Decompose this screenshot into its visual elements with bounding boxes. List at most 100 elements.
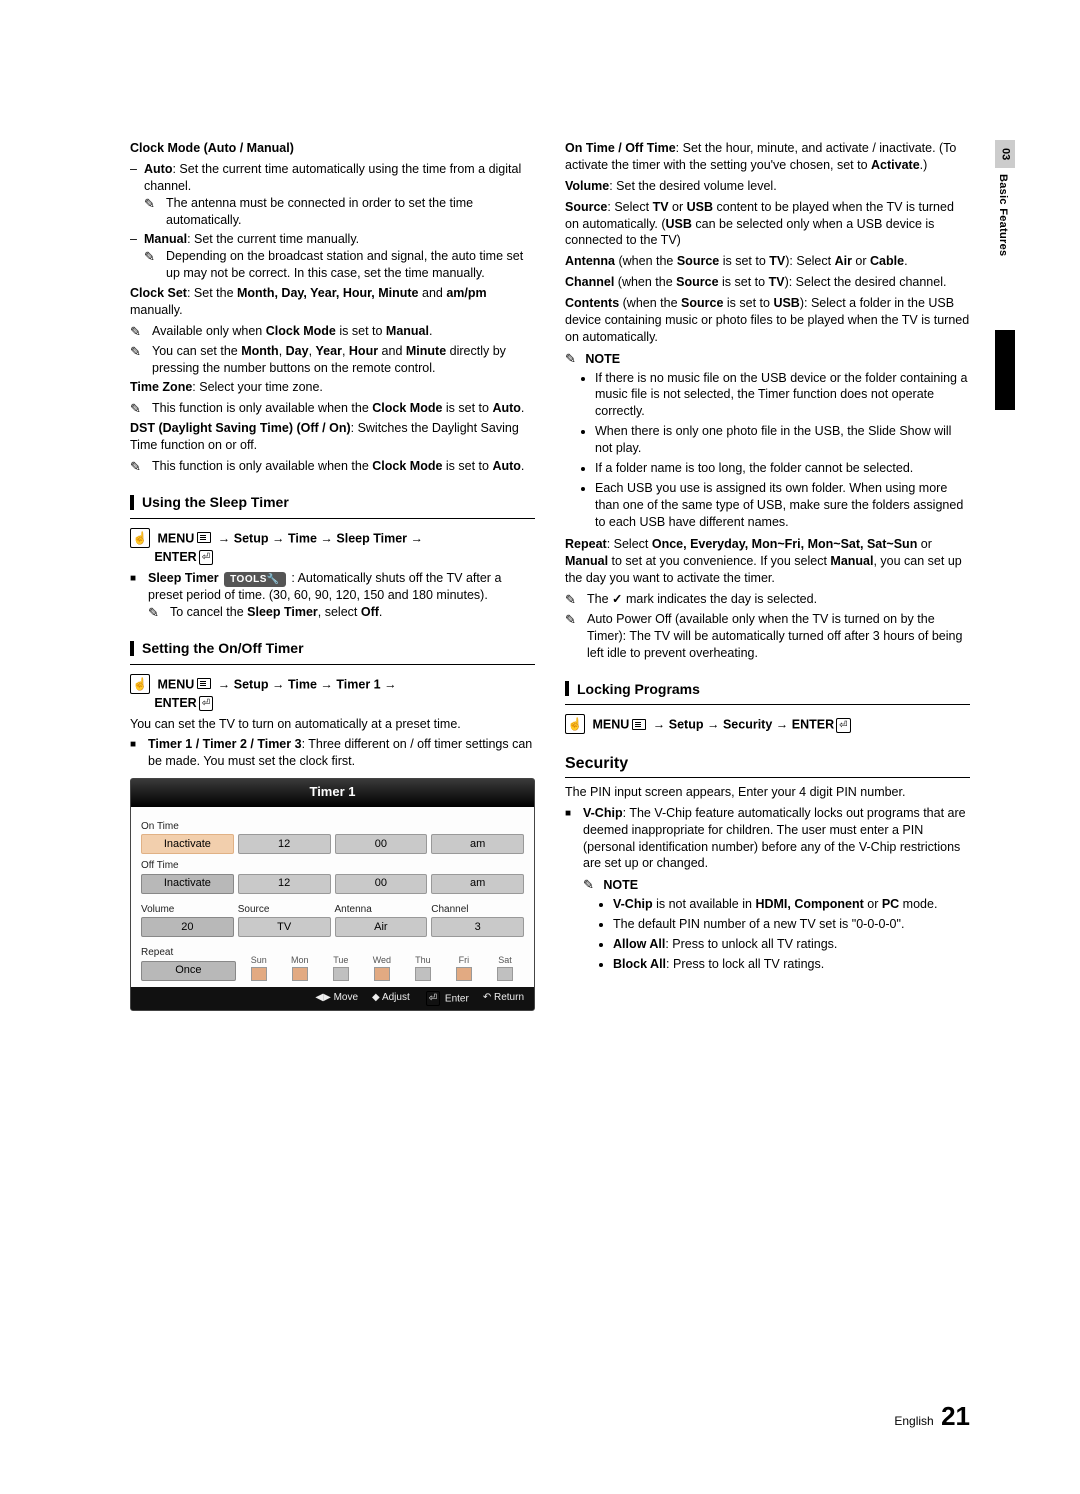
heading-rule (565, 777, 970, 778)
section-divider (130, 664, 535, 665)
note-icon (565, 591, 582, 609)
section-sleep-timer: Using the Sleep Timer (130, 493, 535, 512)
antenna-line: Antenna (when the Source is set to TV): … (565, 253, 970, 270)
dst-note: This function is only available when the… (130, 458, 535, 475)
list-item: Block All: Press to lock all TV ratings. (613, 956, 970, 973)
off-time-label: Off Time (141, 859, 524, 873)
off-time-minute[interactable]: 00 (335, 874, 428, 894)
manual-note: Depending on the broadcast station and s… (144, 248, 535, 282)
dst-line: DST (Daylight Saving Time) (Off / On): S… (130, 420, 535, 454)
section-bar-icon (130, 641, 134, 656)
on-off-time-line: On Time / Off Time: Set the hour, minute… (565, 140, 970, 174)
source-value[interactable]: TV (238, 917, 331, 937)
manual-label: Manual (144, 232, 187, 246)
clock-mode-heading: Clock Mode (Auto / Manual) (130, 140, 535, 157)
menu-icon (194, 531, 214, 545)
timezone-line: Time Zone: Select your time zone. (130, 379, 535, 396)
sleep-path: MENU → Setup → Time → Sleep Timer → ENTE… (130, 529, 535, 566)
antenna-label: Antenna (335, 903, 428, 917)
day-sat[interactable]: Sat (486, 954, 524, 981)
volume-line: Volume: Set the desired volume level. (565, 178, 970, 195)
enter-icon (197, 550, 215, 564)
day-fri[interactable]: Fri (445, 954, 483, 981)
onoff-path: MENU → Setup → Time → Timer 1 → ENTER (130, 675, 535, 712)
usb-notes: NOTE If there is no music file on the US… (565, 350, 970, 531)
section-title: Locking Programs (577, 680, 970, 699)
contents-line: Contents (when the Source is set to USB)… (565, 295, 970, 346)
day-tue[interactable]: Tue (322, 954, 360, 981)
clock-set-note-2: You can set the Month, Day, Year, Hour a… (130, 343, 535, 377)
antenna-value[interactable]: Air (335, 917, 428, 937)
off-time-hour[interactable]: 12 (238, 874, 331, 894)
source-line: Source: Select TV or USB content to be p… (565, 199, 970, 250)
day-thu[interactable]: Thu (404, 954, 442, 981)
hand-icon (130, 674, 150, 694)
timer-footer: ◀▶ Move ◆ Adjust Enter ↶ Return (131, 987, 534, 1011)
timezone-note: This function is only available when the… (130, 400, 535, 417)
section-title: Using the Sleep Timer (142, 493, 535, 512)
vchip-item: V-Chip: The V-Chip feature automatically… (565, 805, 970, 973)
auto-note-text: The antenna must be connected in order t… (166, 196, 473, 227)
chapter-title: Basic Features (995, 174, 1010, 304)
volume-value[interactable]: 20 (141, 917, 234, 937)
auto-item: Auto: Set the current time automatically… (130, 161, 535, 229)
timer-1-panel: Timer 1 On Time Inactivate 12 00 am Off … (130, 778, 535, 1011)
list-item: V-Chip is not available in HDMI, Compone… (613, 896, 970, 913)
off-time-activate[interactable]: Inactivate (141, 874, 234, 894)
sleep-timer-item: Sleep Timer TOOLS🔧 : Automatically shuts… (130, 570, 535, 621)
section-divider (130, 518, 535, 519)
day-wed[interactable]: Wed (363, 954, 401, 981)
hand-icon (130, 528, 150, 548)
list-item: The default PIN number of a new TV set i… (613, 916, 970, 933)
note-icon (565, 611, 582, 629)
side-tab-marker (995, 330, 1015, 410)
hand-icon (565, 714, 585, 734)
auto-desc: : Set the current time automatically usi… (144, 162, 521, 193)
day-mon[interactable]: Mon (281, 954, 319, 981)
note-icon (130, 343, 147, 361)
repeat-value[interactable]: Once (141, 961, 236, 981)
section-bar-icon (565, 681, 569, 696)
section-bar-icon (130, 495, 134, 510)
security-heading: Security (565, 753, 970, 775)
on-time-ampm[interactable]: am (431, 834, 524, 854)
section-onoff-timer: Setting the On/Off Timer (130, 639, 535, 658)
day-sun[interactable]: Sun (240, 954, 278, 981)
chapter-number: 03 (995, 140, 1015, 168)
list-item: When there is only one photo file in the… (595, 423, 970, 457)
footer-return: ↶ Return (483, 991, 524, 1007)
repeat-line: Repeat: Select Once, Everyday, Mon~Fri, … (565, 536, 970, 587)
enter-icon (197, 696, 215, 710)
section-locking: Locking Programs (565, 680, 970, 699)
note-icon (583, 878, 600, 892)
on-time-hour[interactable]: 12 (238, 834, 331, 854)
right-column: On Time / Off Time: Set the hour, minute… (565, 140, 970, 1019)
footer-enter: Enter (424, 991, 469, 1007)
list-item: If there is no music file on the USB dev… (595, 370, 970, 421)
volume-label: Volume (141, 903, 234, 917)
menu-icon (629, 718, 649, 732)
onoff-intro: You can set the TV to turn on automatica… (130, 716, 535, 733)
channel-value[interactable]: 3 (431, 917, 524, 937)
manual-desc: : Set the current time manually. (187, 232, 359, 246)
timer-1-title: Timer 1 (131, 779, 534, 807)
menu-icon (194, 677, 214, 691)
on-time-activate[interactable]: Inactivate (141, 834, 234, 854)
note-icon (144, 248, 161, 266)
auto-note: The antenna must be connected in order t… (144, 195, 535, 229)
timer-labels-item: Timer 1 / Timer 2 / Timer 3: Three diffe… (130, 736, 535, 770)
note-icon (144, 195, 161, 213)
manual-note-text: Depending on the broadcast station and s… (166, 249, 523, 280)
note-icon (148, 604, 165, 622)
repeat-check-note: The mark indicates the day is selected. (565, 591, 970, 608)
note-icon (565, 352, 582, 366)
footer-move: ◀▶ Move (315, 991, 358, 1007)
note-icon (130, 400, 147, 418)
on-time-minute[interactable]: 00 (335, 834, 428, 854)
manual-item: Manual: Set the current time manually. D… (130, 231, 535, 282)
enter-icon (834, 718, 852, 732)
section-title: Setting the On/Off Timer (142, 639, 535, 658)
note-icon (130, 458, 147, 476)
off-time-ampm[interactable]: am (431, 874, 524, 894)
side-tab: 03 Basic Features (995, 140, 1015, 640)
